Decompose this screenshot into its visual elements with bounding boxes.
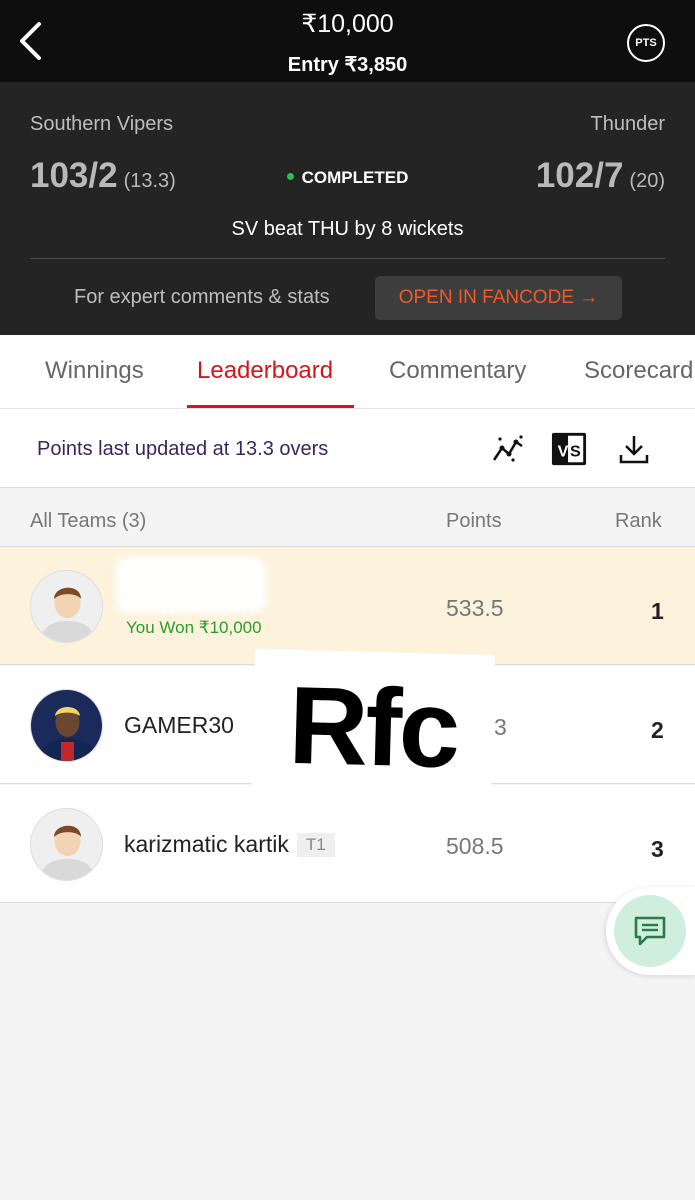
leaderboard-row[interactable]: You Won ₹10,000 533.5 1: [0, 547, 695, 665]
team-right-name: Thunder: [590, 113, 666, 135]
hidden-team-name: [116, 557, 266, 613]
rank-column-header: Rank: [615, 510, 662, 532]
top-bar: ₹10,000 Entry ₹3,850 PTS: [0, 0, 695, 82]
points-system-button[interactable]: PTS: [627, 24, 665, 62]
team-tag: T1: [296, 833, 335, 857]
download-icon: [619, 436, 649, 464]
team-points: 533.5: [446, 595, 504, 621]
match-status-label: COMPLETED: [301, 168, 409, 187]
points-updated-text: Points last updated at 13.3 overs: [37, 438, 329, 460]
tab-bar: Winnings Leaderboard Commentary Scorecar…: [0, 335, 695, 409]
status-dot-icon: [286, 173, 294, 181]
default-user-avatar-icon: [31, 809, 102, 880]
active-tab-indicator: [187, 405, 354, 408]
tab-scorecard[interactable]: Scorecard: [584, 357, 693, 385]
chat-button[interactable]: [614, 895, 686, 967]
default-user-avatar-icon: [31, 571, 102, 642]
team-name: karizmatic kartik: [124, 831, 289, 857]
contest-prize: ₹10,000: [301, 10, 394, 38]
team-rank: 3: [651, 836, 664, 862]
chat-fab-container: [606, 887, 695, 975]
winnings-label: You Won ₹10,000: [126, 618, 262, 637]
open-in-fancode-button[interactable]: OPEN IN FANCODE →: [375, 276, 622, 320]
team-rank: 1: [651, 598, 664, 624]
compare-teams-button[interactable]: V S: [551, 431, 587, 467]
all-teams-label: All Teams (3): [30, 510, 147, 532]
trend-chart-icon: [492, 435, 523, 462]
team-left-name: Southern Vipers: [30, 113, 174, 135]
team-rank: 2: [651, 717, 664, 743]
leaderboard-row[interactable]: karizmatic kartik T1 508.5 3: [0, 785, 695, 903]
divider: [30, 258, 665, 259]
player-stats-button[interactable]: [490, 431, 526, 467]
team-name: GAMER30: [124, 712, 234, 738]
points-column-header: Points: [446, 510, 502, 532]
chat-icon: [634, 916, 666, 946]
vs-icon: V S: [551, 432, 587, 466]
download-button[interactable]: [616, 431, 652, 467]
expert-comments-text: For expert comments & stats: [74, 286, 330, 308]
player-photo-avatar-icon: [31, 690, 102, 761]
leaderboard-header: All Teams (3) Points Rank: [0, 488, 695, 547]
svg-text:S: S: [570, 443, 581, 461]
avatar: [30, 689, 103, 762]
team-points: 508.5: [446, 833, 504, 859]
watermark-overlay: Rfc: [251, 648, 495, 806]
svg-text:V: V: [558, 443, 569, 461]
points-update-row: Points last updated at 13.3 overs V S: [0, 409, 695, 488]
team-name-wrap: karizmatic kartik T1: [124, 831, 335, 858]
match-result: SV beat THU by 8 wickets: [231, 218, 464, 240]
tab-commentary[interactable]: Commentary: [389, 357, 526, 385]
match-status: COMPLETED: [0, 168, 695, 188]
match-summary: Southern Vipers Thunder 103/2 (13.3) 102/…: [0, 82, 695, 335]
avatar: [30, 808, 103, 881]
tab-winnings[interactable]: Winnings: [45, 357, 144, 385]
team-points: 3: [494, 714, 507, 740]
contest-entry-fee: Entry ₹3,850: [287, 54, 408, 76]
tab-leaderboard[interactable]: Leaderboard: [197, 357, 333, 385]
avatar: [30, 570, 103, 643]
